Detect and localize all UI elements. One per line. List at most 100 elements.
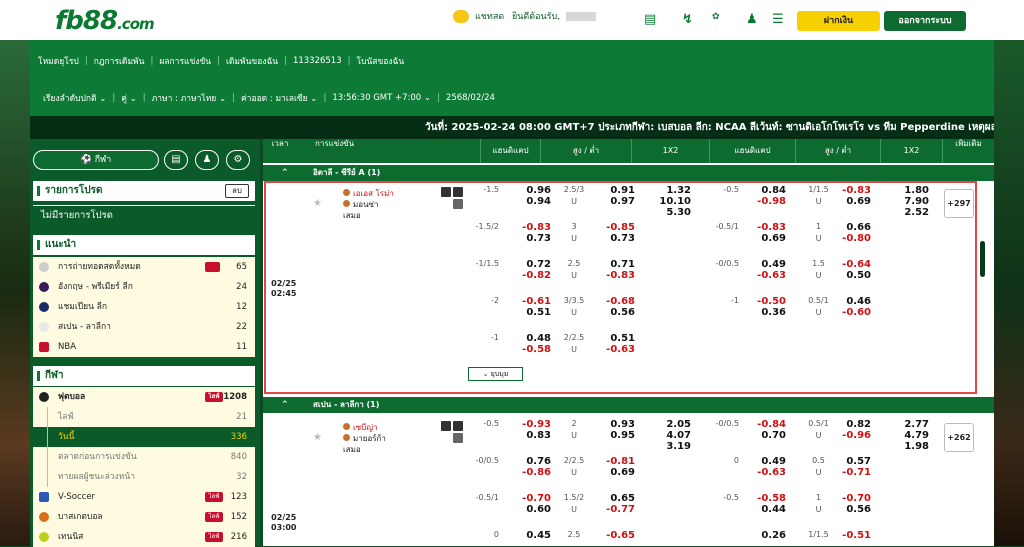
odds-cell[interactable]: -0.51 <box>833 530 871 541</box>
odds-1x2-1h-away[interactable]: 7.90 <box>891 196 929 207</box>
live-tv-icon[interactable] <box>453 421 463 431</box>
field-icon[interactable] <box>453 433 463 443</box>
delete-button[interactable]: ลบ <box>225 184 249 198</box>
odds-cell[interactable]: 0.83 <box>513 430 551 441</box>
odds-cell[interactable]: 0.44 <box>748 504 786 515</box>
favorite-star-icon[interactable]: ★ <box>313 432 322 443</box>
sport-football-outright[interactable]: ทายผลผู้ชนะล่วงหน้า 32 <box>33 467 255 487</box>
odds-1x2-1h-away[interactable]: 4.79 <box>891 430 929 441</box>
tab-sport[interactable]: ⚽ กีฬา <box>33 150 159 170</box>
odds-cell[interactable]: 0.96 <box>513 185 551 196</box>
live-tv-icon[interactable] <box>453 187 463 197</box>
odds-cell[interactable]: -0.83 <box>833 185 871 196</box>
odds-cell[interactable]: 0.46 <box>833 296 871 307</box>
odds-cell[interactable]: -0.70 <box>833 493 871 504</box>
field-icon[interactable] <box>453 199 463 209</box>
odds-cell[interactable]: -0.98 <box>748 196 786 207</box>
language-select[interactable]: ภาษา : ภาษาไทย ⌄ <box>152 91 226 105</box>
rec-item-epl[interactable]: อังกฤษ - พรีเมียร์ ลีก 24 <box>33 277 255 297</box>
odds-cell[interactable]: -0.64 <box>833 259 871 270</box>
odds-1x2-1h-draw[interactable]: 2.52 <box>891 207 929 218</box>
odds-cell[interactable]: 0.95 <box>597 430 635 441</box>
menu-rules[interactable]: กฎการเดิมพัน <box>94 54 145 68</box>
odds-cell[interactable]: -0.71 <box>833 467 871 478</box>
page-scrollbar[interactable] <box>980 241 985 277</box>
odds-cell[interactable]: -0.63 <box>597 344 635 355</box>
rec-item-live[interactable]: การถ่ายทอดสดทั้งหมด 65 <box>33 257 255 277</box>
odds-cell[interactable]: 0.49 <box>748 456 786 467</box>
odds-cell[interactable]: 0.60 <box>513 504 551 515</box>
odds-cell[interactable]: 0.76 <box>513 456 551 467</box>
odds-cell[interactable]: 0.94 <box>513 196 551 207</box>
odds-cell[interactable]: -0.50 <box>748 296 786 307</box>
odds-1x2-draw[interactable]: 3.19 <box>653 441 691 452</box>
more-markets-button[interactable]: +262 <box>944 423 974 452</box>
rec-item-nba[interactable]: NBA 11 <box>33 337 255 357</box>
odds-1x2-away[interactable]: 10.10 <box>653 196 691 207</box>
deposit-button[interactable]: ฝากเงิน <box>797 11 880 31</box>
odds-cell[interactable]: 0.56 <box>597 307 635 318</box>
live-chat-link[interactable]: แชทสด <box>453 9 504 23</box>
sport-football-live[interactable]: ไลฟ์ 21 <box>33 407 255 427</box>
sport-football[interactable]: ฟุตบอล ไลฟ์ 1208 <box>33 387 255 407</box>
tab-account-icon[interactable]: ♟ <box>195 150 219 170</box>
favorite-star-icon[interactable]: ★ <box>313 198 322 209</box>
odds-cell[interactable]: 0.45 <box>513 530 551 541</box>
odds-1x2-away[interactable]: 4.07 <box>653 430 691 441</box>
odds-cell[interactable]: 0.65 <box>597 493 635 504</box>
stats-icon[interactable] <box>441 187 451 197</box>
odds-1x2-1h-home[interactable]: 1.80 <box>891 185 929 196</box>
odds-1x2-draw[interactable]: 5.30 <box>653 207 691 218</box>
odds-1x2-1h-home[interactable]: 2.77 <box>891 419 929 430</box>
collapse-button[interactable]: ⌄ ยุบมุม <box>468 367 523 381</box>
odds-cell[interactable]: 0.70 <box>748 430 786 441</box>
odds-cell[interactable]: 0.57 <box>833 456 871 467</box>
tab-settings-icon[interactable]: ⚙ <box>226 150 250 170</box>
league-header-laliga[interactable]: ⌃ สเปน - ลาลีกา (1) <box>263 397 994 413</box>
odds-cell[interactable]: 0.69 <box>748 233 786 244</box>
menu-results[interactable]: ผลการแข่งขัน <box>159 54 211 68</box>
sport-tennis[interactable]: เทนนิส ไลฟ์ 216 <box>33 527 255 547</box>
stats-icon[interactable] <box>441 421 451 431</box>
odds-cell[interactable]: 0.49 <box>748 259 786 270</box>
odds-1x2-home[interactable]: 2.05 <box>653 419 691 430</box>
bet-list-icon[interactable]: ☰ <box>772 12 784 27</box>
rec-item-laliga[interactable]: สเปน - ลาลีกา 22 <box>33 317 255 337</box>
odds-cell[interactable]: -0.85 <box>597 222 635 233</box>
odds-cell[interactable]: -0.60 <box>833 307 871 318</box>
odds-type-select[interactable]: ค่าออด : มาเลเซีย ⌄ <box>241 91 317 105</box>
odds-cell[interactable]: 0.51 <box>597 333 635 344</box>
odds-cell[interactable]: 0.48 <box>513 333 551 344</box>
statement-icon[interactable]: ▤ <box>644 12 656 27</box>
odds-cell[interactable]: -0.68 <box>597 296 635 307</box>
odds-cell[interactable]: 0.73 <box>513 233 551 244</box>
odds-cell[interactable]: -0.83 <box>597 270 635 281</box>
odds-cell[interactable]: -0.82 <box>513 270 551 281</box>
rec-item-ucl[interactable]: แชมเปียน ลีก 12 <box>33 297 255 317</box>
odds-cell[interactable]: 0.69 <box>833 196 871 207</box>
menu-my-bonus[interactable]: โบนัสของฉัน <box>357 54 405 68</box>
sport-vsoccer[interactable]: V-Soccer ไลฟ์ 123 <box>33 487 255 507</box>
odds-cell[interactable]: 0.26 <box>748 530 786 541</box>
sport-basketball[interactable]: บาสเกตบอล ไลฟ์ 152 <box>33 507 255 527</box>
logout-button[interactable]: ออกจากระบบ <box>884 11 966 31</box>
odds-cell[interactable]: -0.63 <box>748 270 786 281</box>
odds-cell[interactable]: 0.72 <box>513 259 551 270</box>
odds-cell[interactable]: 0.97 <box>597 196 635 207</box>
odds-cell[interactable]: -0.83 <box>748 222 786 233</box>
odds-cell[interactable]: 0.82 <box>833 419 871 430</box>
odds-cell[interactable]: 0.36 <box>748 307 786 318</box>
odds-cell[interactable]: -0.70 <box>513 493 551 504</box>
odds-cell[interactable]: 0.66 <box>833 222 871 233</box>
menu-my-bets[interactable]: เดิมพันของฉัน <box>226 54 278 68</box>
odds-cell[interactable]: -0.65 <box>597 530 635 541</box>
odds-1x2-1h-draw[interactable]: 1.98 <box>891 441 929 452</box>
odds-cell[interactable]: -0.58 <box>748 493 786 504</box>
odds-cell[interactable]: 0.73 <box>597 233 635 244</box>
odds-cell[interactable]: -0.86 <box>513 467 551 478</box>
odds-1x2-home[interactable]: 1.32 <box>653 185 691 196</box>
parlay-icon[interactable]: ✿ <box>712 12 720 22</box>
odds-cell[interactable]: 0.69 <box>597 467 635 478</box>
odds-cell[interactable]: -0.81 <box>597 456 635 467</box>
more-markets-button[interactable]: +297 <box>944 189 974 218</box>
